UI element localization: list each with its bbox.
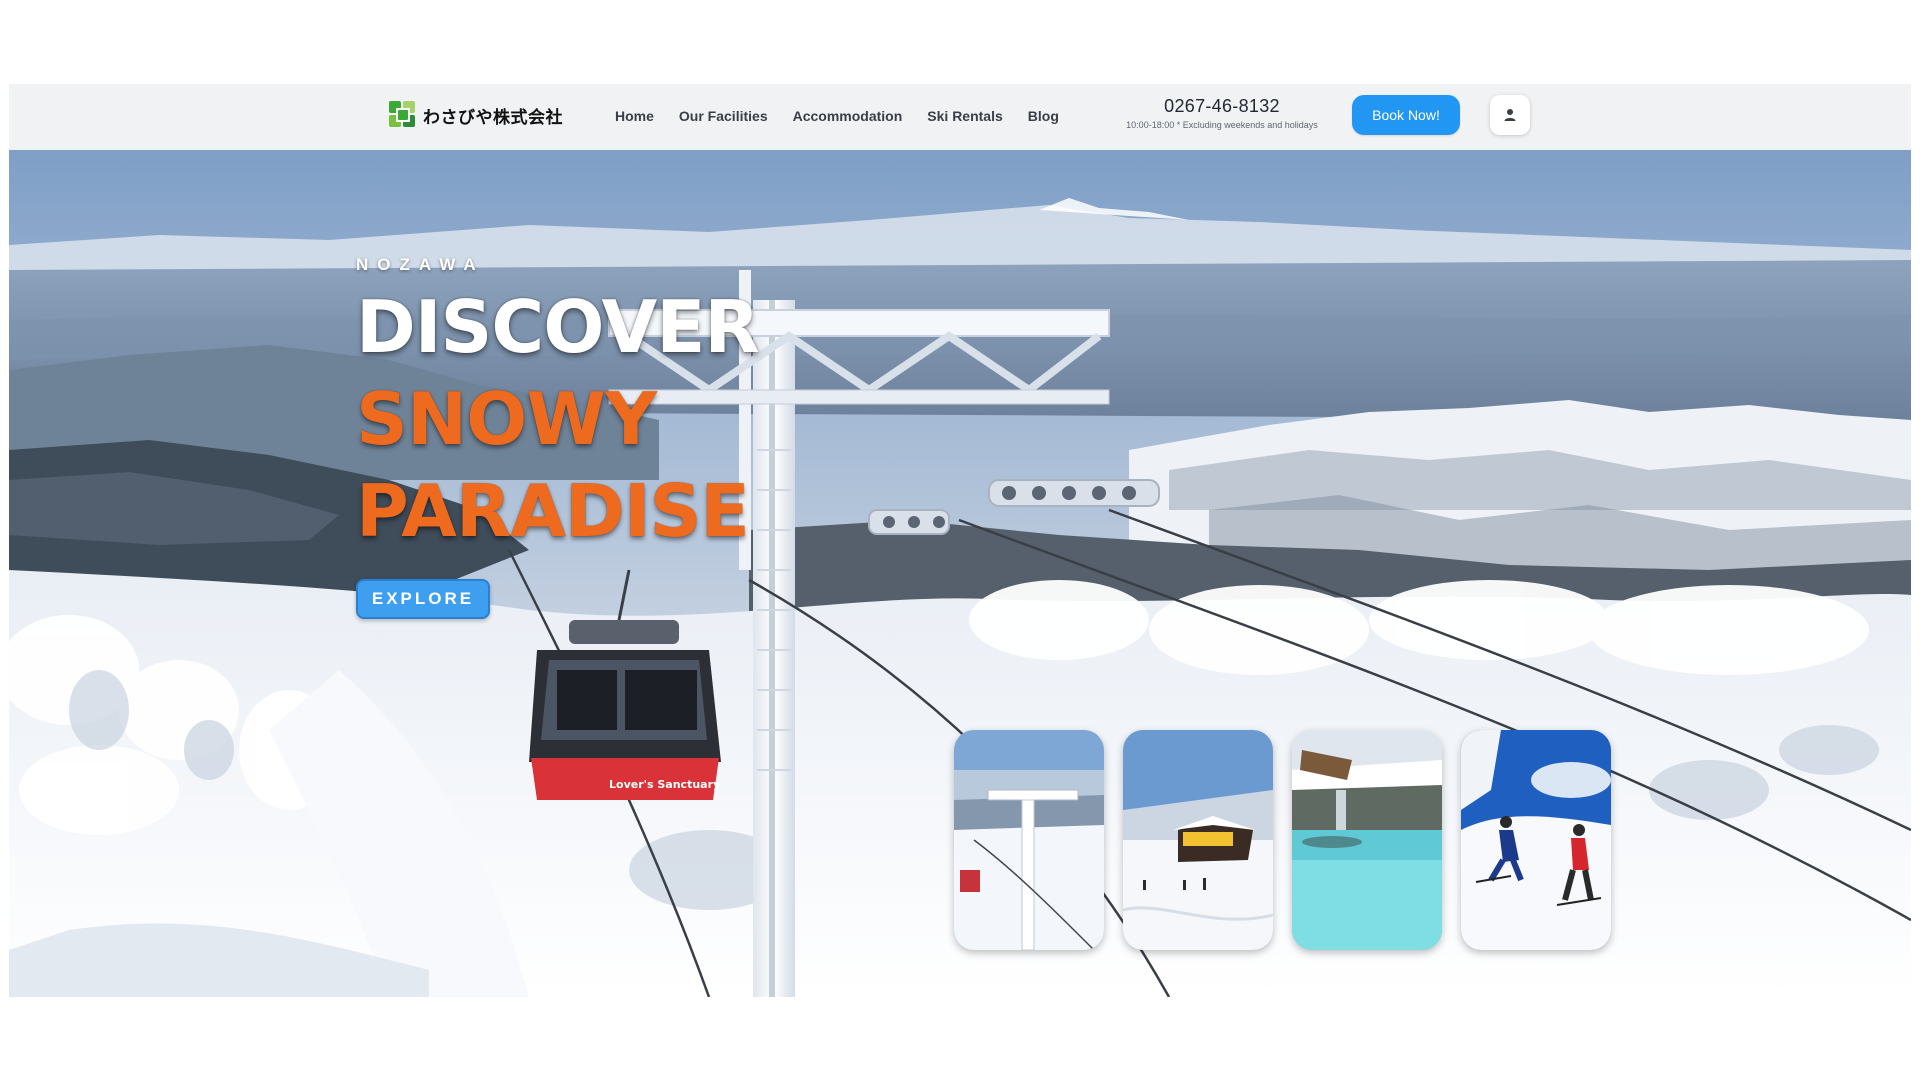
gondola-sign: Lover's Sanctuary [609, 778, 720, 791]
user-icon [1504, 109, 1516, 121]
lift-tower-card[interactable] [954, 730, 1104, 950]
logo-mark-icon [389, 101, 417, 129]
brand-name: わさびや株式会社 [423, 107, 563, 128]
page-frame: わさびや株式会社 Home Our Facilities Accommodati… [9, 84, 1911, 997]
hero-kicker: NOZAWA [356, 255, 485, 274]
nav-blog[interactable]: Blog [1028, 108, 1059, 124]
business-hours: 10:00-18:00 * Excluding weekends and hol… [1126, 120, 1318, 130]
site-header: わさびや株式会社 Home Our Facilities Accommodati… [9, 84, 1911, 151]
headline-line-2: SNOWY [356, 377, 657, 461]
hero-headline: DISCOVER SNOWY PARADISE [356, 281, 760, 557]
hot-spring-thumbnail [1292, 730, 1442, 950]
account-button[interactable] [1490, 95, 1530, 135]
book-now-button[interactable]: Book Now! [1352, 95, 1460, 135]
skiers-card[interactable] [1461, 730, 1611, 950]
hero-section: Lover's Sanctuary NOZAWA DISCOVER SNOWY … [9, 150, 1911, 997]
explore-button[interactable]: EXPLORE [356, 579, 490, 619]
hero-text-block: NOZAWA DISCOVER SNOWY PARADISE EXPLORE [356, 255, 760, 619]
gallery-cards [954, 730, 1611, 950]
nav-ski-rentals[interactable]: Ski Rentals [927, 108, 1002, 124]
hot-spring-card[interactable] [1292, 730, 1442, 950]
main-nav: Home Our Facilities Accommodation Ski Re… [615, 108, 1084, 124]
brand-logo[interactable]: わさびや株式会社 [389, 100, 563, 130]
nav-accommodation[interactable]: Accommodation [793, 108, 903, 124]
contact-info: 0267-46-8132 10:00-18:00 * Excluding wee… [1109, 96, 1335, 130]
nav-home[interactable]: Home [615, 108, 654, 124]
phone-number[interactable]: 0267-46-8132 [1109, 96, 1335, 117]
skiers-thumbnail [1461, 730, 1611, 950]
headline-line-3: PARADISE [356, 469, 750, 553]
lift-tower-thumbnail [954, 730, 1104, 950]
nav-our-facilities[interactable]: Our Facilities [679, 108, 768, 124]
ski-lodge-card[interactable] [1123, 730, 1273, 950]
headline-line-1: DISCOVER [356, 285, 760, 369]
ski-lodge-thumbnail [1123, 730, 1273, 950]
